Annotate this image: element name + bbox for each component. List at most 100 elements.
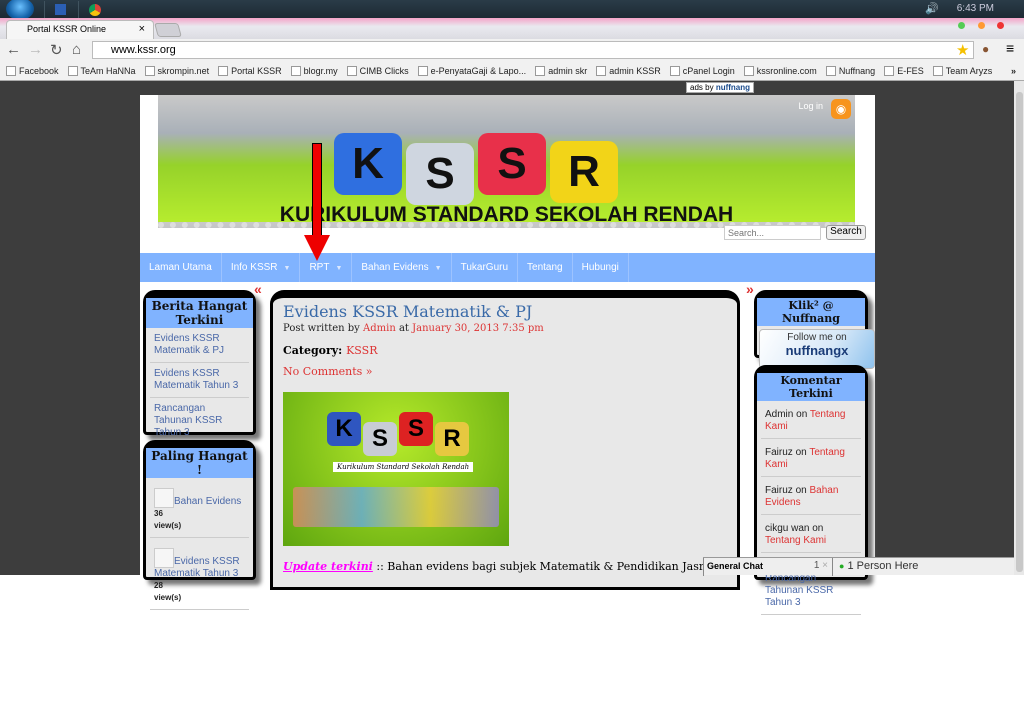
header-banner: K S S R KURIKULUM STANDARD SEKOLAH RENDA… xyxy=(158,95,855,228)
menu-item-info-kssr[interactable]: Info KSSR ▼ xyxy=(222,253,301,282)
list-item: Bahan Evidens 36 view(s) xyxy=(150,478,249,538)
extension-icon[interactable]: ● xyxy=(982,42,989,56)
close-tab-icon[interactable]: × xyxy=(139,23,145,35)
bookmarks-overflow-button[interactable]: » xyxy=(1011,66,1016,76)
site-page: K S S R KURIKULUM STANDARD SEKOLAH RENDA… xyxy=(140,95,875,615)
address-bar[interactable]: www.kssr.org xyxy=(92,41,974,59)
list-item: Evidens KSSR Matematik Tahun 3 28 view(s) xyxy=(150,538,249,610)
rss-icon[interactable]: ◉ xyxy=(831,99,851,119)
menu-label: Hubungi xyxy=(581,262,619,273)
puzzle-s1: S xyxy=(406,143,474,205)
bookmark-item[interactable]: blogr.my xyxy=(290,65,338,76)
back-icon[interactable]: ← xyxy=(6,41,21,58)
bookmark-item[interactable]: CIMB Clicks xyxy=(346,65,409,76)
search-input[interactable] xyxy=(724,225,821,240)
ads-brand: nuffnang xyxy=(715,83,751,92)
list-item[interactable]: Rancangan Tahunan KSSR Tahun 3 xyxy=(150,398,249,445)
post-meta: Post written by Admin at January 30, 201… xyxy=(283,323,727,334)
online-dot-icon: ● xyxy=(839,561,845,571)
chrome-taskbar-icon[interactable] xyxy=(78,1,110,18)
menu-item-tentang[interactable]: Tentang xyxy=(518,253,573,282)
bookmark-item[interactable]: Nuffnang xyxy=(825,65,876,76)
clock: 6:43 PM xyxy=(956,3,994,14)
new-tab-button[interactable] xyxy=(154,23,182,37)
bookmark-icon xyxy=(743,65,754,76)
bookmark-label: Team Aryzs xyxy=(945,65,993,76)
date-link[interactable]: January 30, 2013 7:35 pm xyxy=(412,323,544,334)
bookmark-label: Nuffnang xyxy=(838,65,876,76)
img-puzzle-k: K xyxy=(327,412,361,446)
bookmark-icon xyxy=(932,65,943,76)
bookmark-item[interactable]: admin KSSR xyxy=(596,65,661,76)
list-item[interactable]: Evidens KSSR Matematik & PJ xyxy=(150,328,249,363)
bookmark-item[interactable]: Portal KSSR xyxy=(218,65,282,76)
bookmark-icon xyxy=(535,65,546,76)
bookmark-item[interactable]: admin skr xyxy=(535,65,587,76)
bookmark-item[interactable]: skrompin.net xyxy=(144,65,209,76)
volume-icon[interactable]: 🔊 xyxy=(925,2,939,15)
comments-link[interactable]: No Comments » xyxy=(283,365,727,378)
author-link[interactable]: Admin xyxy=(363,323,396,334)
bookmark-item[interactable]: e-PenyataGaji & Lapo... xyxy=(417,65,527,76)
widget-title: Paling Hangat ! xyxy=(146,448,253,478)
comment-on: on xyxy=(795,447,807,458)
search-button[interactable]: Search xyxy=(826,225,866,240)
minimize-button[interactable] xyxy=(958,22,965,29)
browser-tab[interactable]: Portal KSSR Online × xyxy=(6,20,154,39)
komentar-terkini-widget: Komentar Terkini Admin on Tentang Kami Fa… xyxy=(754,365,868,615)
ads-by-nuffnang[interactable]: ads by nuffnang xyxy=(686,82,755,93)
menu-icon[interactable]: ≡ xyxy=(1006,40,1014,56)
close-chat-icon[interactable]: × xyxy=(822,560,828,571)
popular-post-link[interactable]: Bahan Evidens xyxy=(174,496,241,507)
nuffnang-follow-badge[interactable]: Follow me on nuffnangx xyxy=(759,329,875,369)
thumbnail-icon xyxy=(154,488,174,508)
star-icon[interactable]: ★ xyxy=(956,41,969,59)
home-icon[interactable]: ⌂ xyxy=(72,41,81,58)
menu-label: Laman Utama xyxy=(149,262,212,273)
menu-label: Info KSSR xyxy=(230,262,278,273)
menu-item-hubungi[interactable]: Hubungi xyxy=(573,253,629,282)
scrollbar-thumb[interactable] xyxy=(1016,92,1023,572)
word-taskbar-icon[interactable] xyxy=(44,1,76,18)
chat-count: 1 xyxy=(813,560,820,571)
reload-icon[interactable]: ↻ xyxy=(50,41,63,59)
close-window-button[interactable] xyxy=(997,22,1004,29)
meta-label: Post written by xyxy=(283,323,360,334)
category-link[interactable]: KSSR xyxy=(346,344,377,357)
follow-text: Follow me on xyxy=(787,332,847,343)
widget-title: Klik² @ Nuffnang xyxy=(757,298,865,326)
bookmark-item[interactable]: TeAm HaNNa xyxy=(67,65,136,76)
menu-item-laman-utama[interactable]: Laman Utama xyxy=(140,253,222,282)
bookmark-item[interactable]: Team Aryzs xyxy=(932,65,993,76)
login-link[interactable]: Log in xyxy=(798,101,823,111)
people-count[interactable]: 1 Person Here xyxy=(848,560,919,572)
bookmark-icon xyxy=(6,65,16,76)
bookmark-label: e-PenyataGaji & Lapo... xyxy=(430,65,527,76)
bookmark-item[interactable]: kssronline.com xyxy=(743,65,817,76)
maximize-button[interactable] xyxy=(978,22,985,29)
comment-post-link[interactable]: Tentang Kami xyxy=(765,535,826,546)
comment-post-link[interactable]: Rancangan Tahunan KSSR Tahun 3 xyxy=(765,573,833,608)
bookmark-icon xyxy=(67,65,78,76)
menu-item-tukarguru[interactable]: TukarGuru xyxy=(452,253,519,282)
bookmark-item[interactable]: Facebook xyxy=(6,65,59,76)
comment-on: on xyxy=(796,409,808,420)
general-chat-tab[interactable]: General Chat 1 × xyxy=(703,558,833,576)
forward-icon[interactable]: → xyxy=(28,41,43,58)
list-item[interactable]: Evidens KSSR Matematik Tahun 3 xyxy=(150,363,249,398)
menu-label: Bahan Evidens xyxy=(361,262,429,273)
bookmark-label: Portal KSSR xyxy=(231,65,282,76)
post-title[interactable]: Evidens KSSR Matematik & PJ xyxy=(283,302,727,321)
comment-author: Admin xyxy=(765,409,794,420)
bookmark-item[interactable]: E-FES xyxy=(884,65,924,76)
menu-item-bahan-evidens[interactable]: Bahan Evidens ▼ xyxy=(352,253,452,282)
bookmark-item[interactable]: cPanel Login xyxy=(669,65,735,76)
nuffnang-brand: nuffnangx xyxy=(785,343,849,358)
comment-item: Fairuz on Tentang Kami xyxy=(761,439,861,477)
os-taskbar: 🔊 6:43 PM xyxy=(0,0,1024,20)
start-button[interactable] xyxy=(6,0,34,20)
bookmark-icon xyxy=(218,65,229,76)
red-arrow-head xyxy=(304,235,330,261)
red-arrow-annotation xyxy=(312,143,322,243)
update-link[interactable]: Update terkini xyxy=(283,560,373,573)
